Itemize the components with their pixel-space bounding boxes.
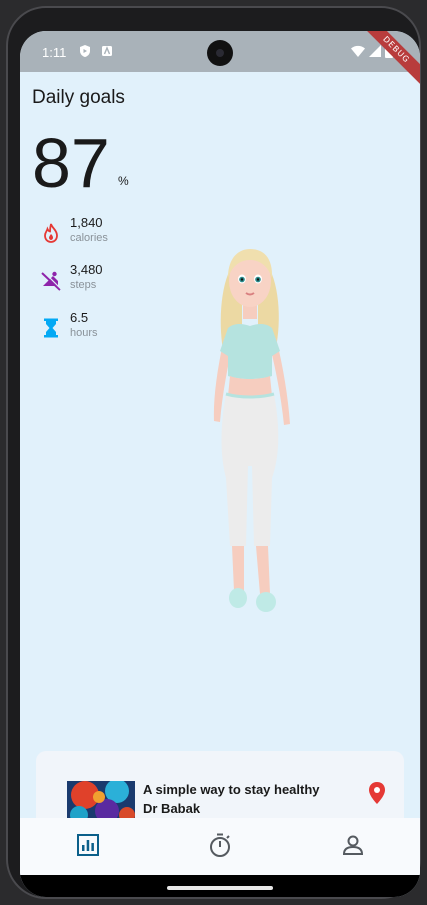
stat-label: hours <box>70 327 98 339</box>
wifi-icon <box>351 45 365 57</box>
gesture-bar <box>20 875 420 897</box>
article-thumbnail <box>67 781 135 821</box>
stat-value: 3,480 <box>70 262 103 277</box>
phone-frame: 1:11 DEBUG Daily goals 87 % 1,840 calori… <box>6 6 421 899</box>
person-icon[interactable] <box>340 832 366 858</box>
stat-calories: 1,840 calories <box>40 214 160 250</box>
timer-icon[interactable] <box>207 832 233 858</box>
status-bar: 1:11 DEBUG <box>20 31 420 91</box>
home-indicator[interactable] <box>167 886 273 890</box>
stat-steps: 3,480 steps <box>40 261 160 297</box>
app-notification-icon <box>102 46 112 56</box>
stat-value: 1,840 <box>70 215 103 230</box>
goal-percent: 87 <box>32 124 110 202</box>
stat-value: 6.5 <box>70 310 89 325</box>
screen: 1:11 DEBUG Daily goals 87 % 1,840 calori… <box>20 31 420 897</box>
play-protect-icon <box>80 45 90 57</box>
bar-chart-icon[interactable] <box>75 832 101 858</box>
bottom-navigation <box>20 818 420 875</box>
stat-label: steps <box>70 279 97 291</box>
location-pin-icon[interactable] <box>366 781 388 805</box>
avatar-3d-character <box>213 249 290 612</box>
signal-icon <box>369 45 381 57</box>
stat-label: calories <box>70 232 108 244</box>
front-camera <box>207 40 233 66</box>
page-title: Daily goals <box>32 87 125 108</box>
hourglass-icon <box>44 318 58 338</box>
walk-off-icon <box>41 271 62 291</box>
flame-icon <box>44 223 58 243</box>
status-time: 1:11 <box>42 45 67 60</box>
goal-percent-unit: % <box>118 174 129 188</box>
stat-hours: 6.5 hours <box>40 309 160 345</box>
debug-banner: DEBUG <box>355 31 420 91</box>
article-title: A simple way to stay healthy <box>143 782 320 797</box>
article-author: Dr Babak <box>143 801 201 816</box>
